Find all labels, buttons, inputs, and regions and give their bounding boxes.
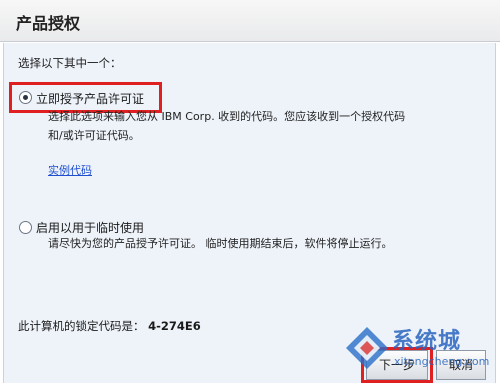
cancel-button[interactable]: 取消: [436, 350, 486, 380]
option-license-now-desc-line2: 和/或许可证代码。: [48, 129, 140, 142]
lock-code-value: 4-274E6: [148, 319, 201, 333]
lock-code-label: 此计算机的锁定代码是：: [18, 319, 145, 333]
lock-code-row: 此计算机的锁定代码是： 4-274E6: [18, 318, 201, 334]
radio-temporary-use[interactable]: [19, 221, 32, 234]
option-license-now-desc-line1: 选择此选项来输入您从 IBM Corp. 收到的代码。您应该收到一个授权代码: [48, 110, 406, 123]
sample-code-link[interactable]: 实例代码: [48, 162, 92, 178]
next-button-highlight-box: [361, 347, 433, 383]
page-title: 产品授权: [16, 14, 81, 33]
dialog-header: 产品授权: [0, 0, 500, 42]
selection-prompt: 选择以下其中一个：: [18, 56, 122, 70]
option-temporary-use-desc: 请尽快为您的产品授予许可证。 临时使用期结束后，软件将停止运行。: [48, 237, 393, 250]
option-license-now-label[interactable]: 立即授予产品许可证: [36, 90, 144, 107]
radio-license-now[interactable]: [19, 91, 32, 104]
